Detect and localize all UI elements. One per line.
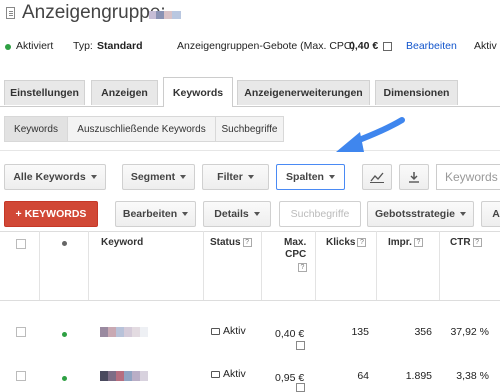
row-impressions: 356 — [414, 326, 432, 338]
header-clicks[interactable]: Klicks? — [326, 237, 367, 248]
speech-bubble-icon — [211, 370, 220, 378]
bids-value: 0,40 € — [349, 40, 379, 52]
filter-dropdown[interactable]: Filter — [202, 164, 269, 190]
header-keyword[interactable]: Keyword — [101, 237, 143, 248]
ad-group-status-row: Aktiviert Typ: Standard Anzeigengruppen-… — [0, 40, 500, 56]
status-active-dot — [5, 44, 11, 50]
help-icon[interactable]: ? — [298, 263, 307, 272]
main-tabs: Einstellungen Anzeigen Keywords Anzeigen… — [0, 77, 500, 107]
columns-dropdown[interactable]: Spalten — [276, 164, 345, 190]
subtab-keywords[interactable]: Keywords — [4, 116, 68, 142]
download-icon — [409, 172, 419, 183]
redacted-keyword — [100, 327, 148, 337]
details-dropdown[interactable]: Details — [203, 201, 271, 227]
status-column-dot — [62, 241, 67, 246]
search-terms-button[interactable]: Suchbegriffe — [279, 201, 361, 227]
edit-icon[interactable] — [296, 383, 305, 392]
help-icon[interactable]: ? — [357, 237, 367, 247]
help-icon[interactable]: ? — [472, 237, 482, 247]
keywords-table: Keyword Status? Max. CPC ? Klicks? Impr.?… — [0, 231, 500, 392]
subtab-search-terms[interactable]: Suchbegriffe — [215, 116, 284, 142]
chart-icon — [370, 172, 384, 184]
subtab-negative-keywords[interactable]: Auszuschließende Keywords — [67, 116, 216, 142]
row-status-dot — [62, 332, 67, 337]
status-label: Aktiviert — [16, 40, 54, 52]
edit-icon[interactable] — [383, 42, 392, 51]
edit-dropdown[interactable]: Bearbeiten — [115, 201, 196, 227]
header-status[interactable]: Status? — [210, 237, 252, 248]
divider — [0, 150, 500, 151]
segment-dropdown[interactable]: Segment — [122, 164, 195, 190]
tab-ads[interactable]: Anzeigen — [91, 80, 158, 105]
add-keywords-button[interactable]: + KEYWORDS — [4, 201, 98, 227]
type-label: Typ: — [73, 40, 93, 52]
redacted-ad-group-name — [149, 10, 181, 19]
header-impressions[interactable]: Impr.? — [388, 237, 423, 248]
edit-bids-link[interactable]: Bearbeiten — [406, 40, 457, 52]
select-all-checkbox[interactable] — [16, 239, 26, 249]
edit-icon[interactable] — [296, 341, 305, 350]
speech-bubble-icon — [211, 327, 220, 335]
blue-arrow-pointer — [336, 117, 405, 152]
bid-strategy-dropdown[interactable]: Gebotsstrategie — [367, 201, 474, 227]
row-impressions: 1.895 — [405, 370, 432, 382]
tab-settings[interactable]: Einstellungen — [4, 80, 85, 105]
tab-keywords[interactable]: Keywords — [163, 77, 233, 107]
type-value: Standard — [97, 40, 143, 52]
row-ctr: 3,38 % — [456, 370, 489, 382]
redacted-keyword — [100, 371, 148, 381]
ad-group-icon — [6, 7, 15, 19]
row-ctr: 37,92 % — [450, 326, 489, 338]
tab-ad-extensions[interactable]: Anzeigenerweiterungen — [237, 80, 370, 105]
truncated-label: Aktiv — [474, 40, 497, 52]
download-button[interactable] — [399, 164, 429, 190]
all-keywords-dropdown[interactable]: Alle Keywords — [4, 164, 106, 190]
help-icon[interactable]: ? — [242, 237, 252, 247]
row-status[interactable]: Aktiv — [211, 325, 246, 337]
page-title: Anzeigengruppe: — [22, 2, 166, 23]
keyword-search-input[interactable]: Keywords — [436, 164, 500, 190]
row-status[interactable]: Aktiv — [211, 368, 246, 380]
header-ctr[interactable]: CTR? — [450, 237, 482, 248]
row-checkbox[interactable] — [16, 327, 26, 337]
row-clicks: 135 — [351, 326, 369, 338]
header-max-cpc[interactable]: Max. CPC — [284, 237, 306, 261]
row-clicks: 64 — [357, 370, 369, 382]
chart-button[interactable] — [362, 164, 392, 190]
help-icon[interactable]: ? — [413, 237, 423, 247]
row-max-cpc[interactable]: 0,40 € — [275, 328, 304, 340]
row-checkbox[interactable] — [16, 371, 26, 381]
tab-dimensions[interactable]: Dimensionen — [375, 80, 458, 105]
truncated-button[interactable]: A — [481, 201, 500, 227]
row-status-dot — [62, 376, 67, 381]
bids-label: Anzeigengruppen-Gebote (Max. CPC) — [177, 40, 356, 52]
